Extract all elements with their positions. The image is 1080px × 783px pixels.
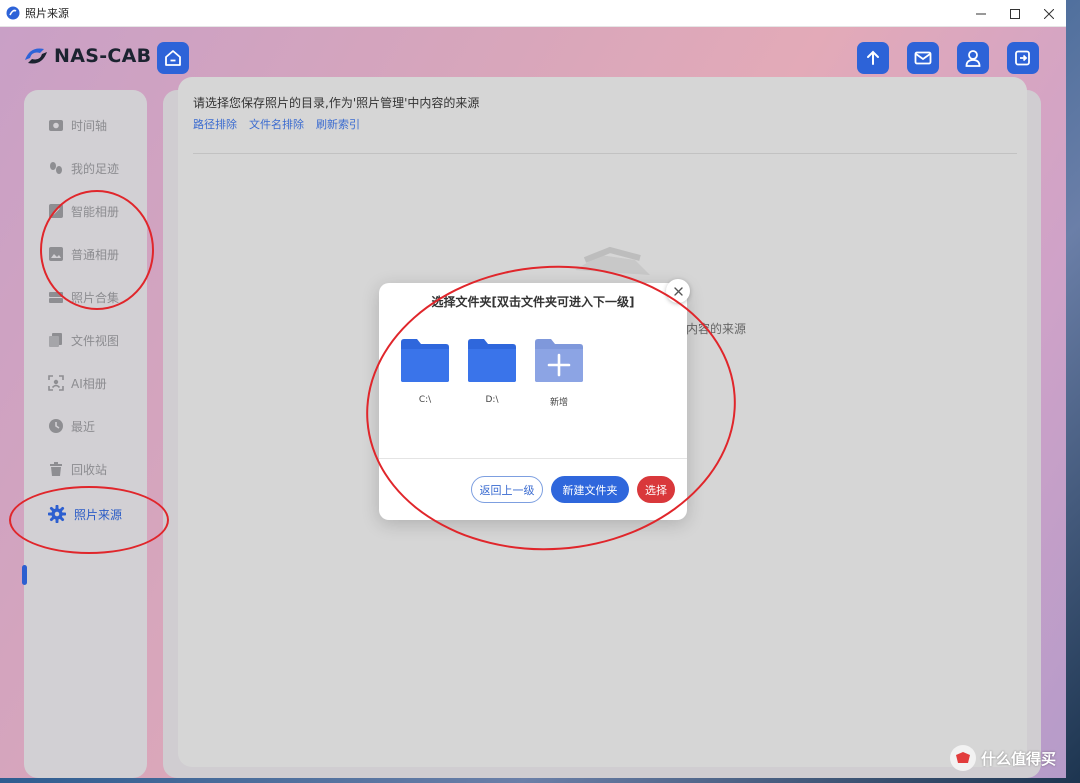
- title-bar: 照片来源: [0, 0, 1066, 27]
- trash-icon: [50, 462, 62, 476]
- user-icon: [965, 50, 981, 67]
- camera-icon: [49, 120, 63, 131]
- sidebar-item-trash[interactable]: 回收站: [24, 454, 147, 484]
- sidebar-item-label: 我的足迹: [71, 161, 120, 176]
- minimize-icon: [976, 13, 986, 14]
- sidebar-item-recent[interactable]: 最近: [24, 411, 147, 441]
- sidebar-item-footprints[interactable]: 我的足迹: [24, 153, 147, 183]
- sidebar-item-label: 回收站: [71, 462, 108, 477]
- ai-scan-icon: [48, 375, 64, 391]
- upload-button[interactable]: [857, 42, 889, 74]
- divider: [193, 153, 1017, 154]
- watermark: 什么值得买: [950, 745, 1056, 771]
- app-logo-icon: [6, 6, 20, 20]
- home-button[interactable]: [157, 42, 189, 74]
- sidebar-item-label: AI相册: [71, 376, 107, 391]
- home-icon: [165, 50, 181, 66]
- watermark-text: 什么值得买: [981, 749, 1057, 768]
- files-icon: [49, 333, 62, 347]
- user-button[interactable]: [957, 42, 989, 74]
- logout-icon: [1015, 50, 1030, 66]
- active-indicator: [22, 565, 27, 585]
- close-window-button[interactable]: [1032, 0, 1066, 27]
- sidebar-item-label: 文件视图: [71, 333, 120, 348]
- footprints-icon: [50, 162, 62, 174]
- minimize-button[interactable]: [964, 0, 998, 27]
- intro-text: 请选择您保存照片的目录,作为'照片管理'中内容的来源: [193, 96, 480, 110]
- sidebar-item-files[interactable]: 文件视图: [24, 325, 147, 355]
- clock-icon: [49, 419, 63, 433]
- sidebar-item-ai-album[interactable]: AI相册: [24, 368, 147, 398]
- mail-button[interactable]: [907, 42, 939, 74]
- sidebar-item-label: 时间轴: [71, 118, 108, 133]
- window-title: 照片来源: [25, 7, 69, 20]
- filename-exclude-link[interactable]: 文件名排除: [249, 116, 304, 132]
- path-exclude-link[interactable]: 路径排除: [193, 116, 237, 132]
- maximize-button[interactable]: [998, 0, 1032, 27]
- maximize-icon: [1010, 8, 1020, 19]
- nas-cab-logo-icon: [25, 48, 47, 64]
- close-icon: [1044, 8, 1054, 19]
- logout-button[interactable]: [1007, 42, 1039, 74]
- refresh-index-link[interactable]: 刷新索引: [316, 116, 360, 132]
- app-window: 照片来源 NAS-CAB 时间轴 我的足迹 智能相册 普通相册 照片合集 文件视…: [0, 0, 1066, 778]
- mail-icon: [914, 51, 932, 65]
- sidebar-item-label: 最近: [71, 419, 96, 434]
- watermark-logo-icon: [950, 745, 976, 771]
- sidebar-item-timeline[interactable]: 时间轴: [24, 110, 147, 140]
- source-links: 路径排除 文件名排除 刷新索引: [193, 116, 360, 132]
- upload-icon: [867, 50, 879, 65]
- annotation-circle-photo-source: [9, 486, 169, 554]
- close-icon: [673, 286, 683, 296]
- brand-logo[interactable]: NAS-CAB: [22, 44, 151, 68]
- logo-text: NAS-CAB: [54, 45, 152, 67]
- annotation-circle-album: [40, 190, 154, 310]
- window-controls: [964, 0, 1066, 27]
